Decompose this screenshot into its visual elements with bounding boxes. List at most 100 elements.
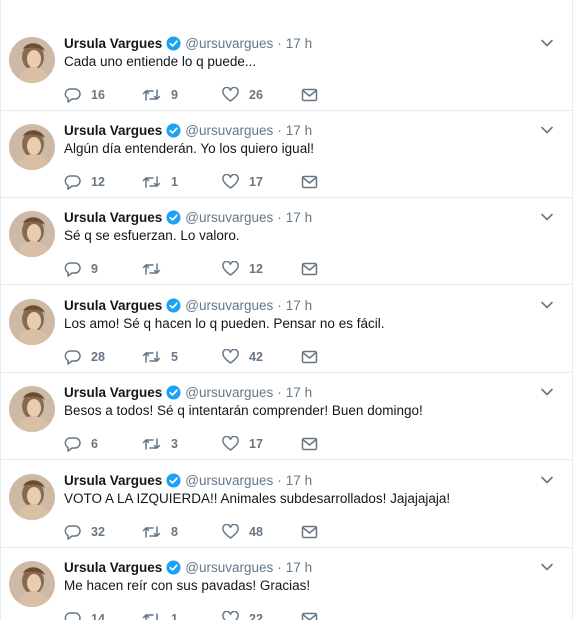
direct-message-button[interactable]: [301, 610, 328, 620]
avatar[interactable]: [9, 211, 55, 257]
direct-message-button[interactable]: [301, 523, 328, 541]
timestamp[interactable]: 17 h: [286, 298, 312, 313]
tweet[interactable]: Ursula Vargues @ursuvargues · 17 h Me ha…: [1, 548, 572, 620]
handle[interactable]: @ursuvargues: [185, 123, 273, 138]
display-name[interactable]: Ursula Vargues: [64, 473, 162, 488]
like-button[interactable]: 17: [222, 435, 263, 453]
avatar[interactable]: [9, 37, 55, 83]
tweet[interactable]: Ursula Vargues @ursuvargues · 17 h Besos…: [1, 373, 572, 460]
like-count: 48: [249, 525, 263, 539]
reply-button[interactable]: 6: [64, 435, 98, 453]
heart-icon: [222, 524, 239, 539]
display-name[interactable]: Ursula Vargues: [64, 210, 162, 225]
timestamp[interactable]: 17 h: [286, 385, 312, 400]
timestamp[interactable]: 17 h: [286, 210, 312, 225]
reply-button[interactable]: 12: [64, 173, 105, 191]
tweet-actions: 32 8 48: [64, 523, 324, 541]
handle[interactable]: @ursuvargues: [185, 385, 273, 400]
separator: ·: [277, 472, 282, 488]
handle[interactable]: @ursuvargues: [185, 210, 273, 225]
chevron-down-icon[interactable]: [540, 387, 554, 397]
envelope-icon: [301, 437, 318, 451]
tweet[interactable]: Ursula Vargues @ursuvargues · 17 h Cada …: [1, 24, 572, 111]
timestamp[interactable]: 17 h: [286, 36, 312, 51]
display-name[interactable]: Ursula Vargues: [64, 36, 162, 51]
chevron-down-icon[interactable]: [540, 475, 554, 485]
reply-button[interactable]: 16: [64, 86, 105, 104]
retweet-count: 5: [171, 350, 178, 364]
avatar[interactable]: [9, 124, 55, 170]
timestamp[interactable]: 17 h: [286, 560, 312, 575]
verified-badge-icon: [166, 209, 181, 225]
tweet[interactable]: Ursula Vargues @ursuvargues · 17 h Los a…: [1, 286, 572, 373]
direct-message-button[interactable]: [301, 435, 328, 453]
direct-message-button[interactable]: [301, 348, 328, 366]
avatar[interactable]: [9, 386, 55, 432]
timestamp[interactable]: 17 h: [286, 473, 312, 488]
separator: ·: [277, 559, 282, 575]
avatar-photo-icon: [9, 37, 55, 83]
separator: ·: [277, 35, 282, 51]
retweet-button[interactable]: 1: [142, 173, 178, 191]
reply-button[interactable]: 32: [64, 523, 105, 541]
display-name[interactable]: Ursula Vargues: [64, 123, 162, 138]
tweet-actions: 14 1 22: [64, 610, 324, 620]
reply-button[interactable]: 9: [64, 260, 98, 278]
chevron-down-icon[interactable]: [540, 562, 554, 572]
avatar-photo-icon: [9, 299, 55, 345]
handle[interactable]: @ursuvargues: [185, 473, 273, 488]
retweet-count: 3: [171, 437, 178, 451]
like-count: 22: [249, 612, 263, 620]
retweet-button[interactable]: 9: [142, 86, 178, 104]
tweet[interactable]: Ursula Vargues @ursuvargues · 17 h Algún…: [1, 111, 572, 198]
tweet-actions: 12 1 17: [64, 173, 324, 191]
retweet-button[interactable]: 3: [142, 435, 178, 453]
heart-icon: [222, 261, 239, 276]
tweet-text: Algún día entenderán. Yo los quiero igua…: [64, 141, 314, 156]
separator: ·: [277, 384, 282, 400]
timestamp[interactable]: 17 h: [286, 123, 312, 138]
retweet-button[interactable]: 5: [142, 348, 178, 366]
reply-button[interactable]: 14: [64, 610, 105, 620]
avatar[interactable]: [9, 299, 55, 345]
direct-message-button[interactable]: [301, 86, 328, 104]
chevron-down-icon[interactable]: [540, 38, 554, 48]
envelope-icon: [301, 612, 318, 620]
avatar[interactable]: [9, 561, 55, 607]
chevron-down-icon[interactable]: [540, 125, 554, 135]
display-name[interactable]: Ursula Vargues: [64, 385, 162, 400]
tweet[interactable]: Ursula Vargues @ursuvargues · 17 h VOTO …: [1, 461, 572, 548]
reply-button[interactable]: 28: [64, 348, 105, 366]
envelope-icon: [301, 175, 318, 189]
like-button[interactable]: 42: [222, 348, 263, 366]
direct-message-button[interactable]: [301, 173, 328, 191]
tweet[interactable]: Ursula Vargues @ursuvargues · 17 h Sé q …: [1, 198, 572, 285]
like-button[interactable]: 22: [222, 610, 263, 620]
chevron-down-icon[interactable]: [540, 212, 554, 222]
retweet-button[interactable]: 8: [142, 523, 178, 541]
handle[interactable]: @ursuvargues: [185, 560, 273, 575]
like-button[interactable]: 48: [222, 523, 263, 541]
like-button[interactable]: 17: [222, 173, 263, 191]
like-button[interactable]: 26: [222, 86, 263, 104]
retweet-button[interactable]: [142, 260, 171, 278]
reply-bubble-icon: [64, 88, 81, 103]
tweet-text: Los amo! Sé q hacen lo q pueden. Pensar …: [64, 316, 385, 331]
avatar-photo-icon: [9, 474, 55, 520]
direct-message-button[interactable]: [301, 260, 328, 278]
tweet-actions: 6 3 17: [64, 435, 324, 453]
avatar-photo-icon: [9, 211, 55, 257]
like-button[interactable]: 12: [222, 260, 263, 278]
retweet-button[interactable]: 1: [142, 610, 178, 620]
handle[interactable]: @ursuvargues: [185, 36, 273, 51]
handle[interactable]: @ursuvargues: [185, 298, 273, 313]
like-count: 17: [249, 175, 263, 189]
retweet-icon: [142, 263, 161, 275]
avatar[interactable]: [9, 474, 55, 520]
verified-badge-icon: [166, 384, 181, 400]
chevron-down-icon[interactable]: [540, 300, 554, 310]
like-count: 42: [249, 350, 263, 364]
reply-count: 14: [91, 612, 105, 620]
display-name[interactable]: Ursula Vargues: [64, 560, 162, 575]
display-name[interactable]: Ursula Vargues: [64, 298, 162, 313]
